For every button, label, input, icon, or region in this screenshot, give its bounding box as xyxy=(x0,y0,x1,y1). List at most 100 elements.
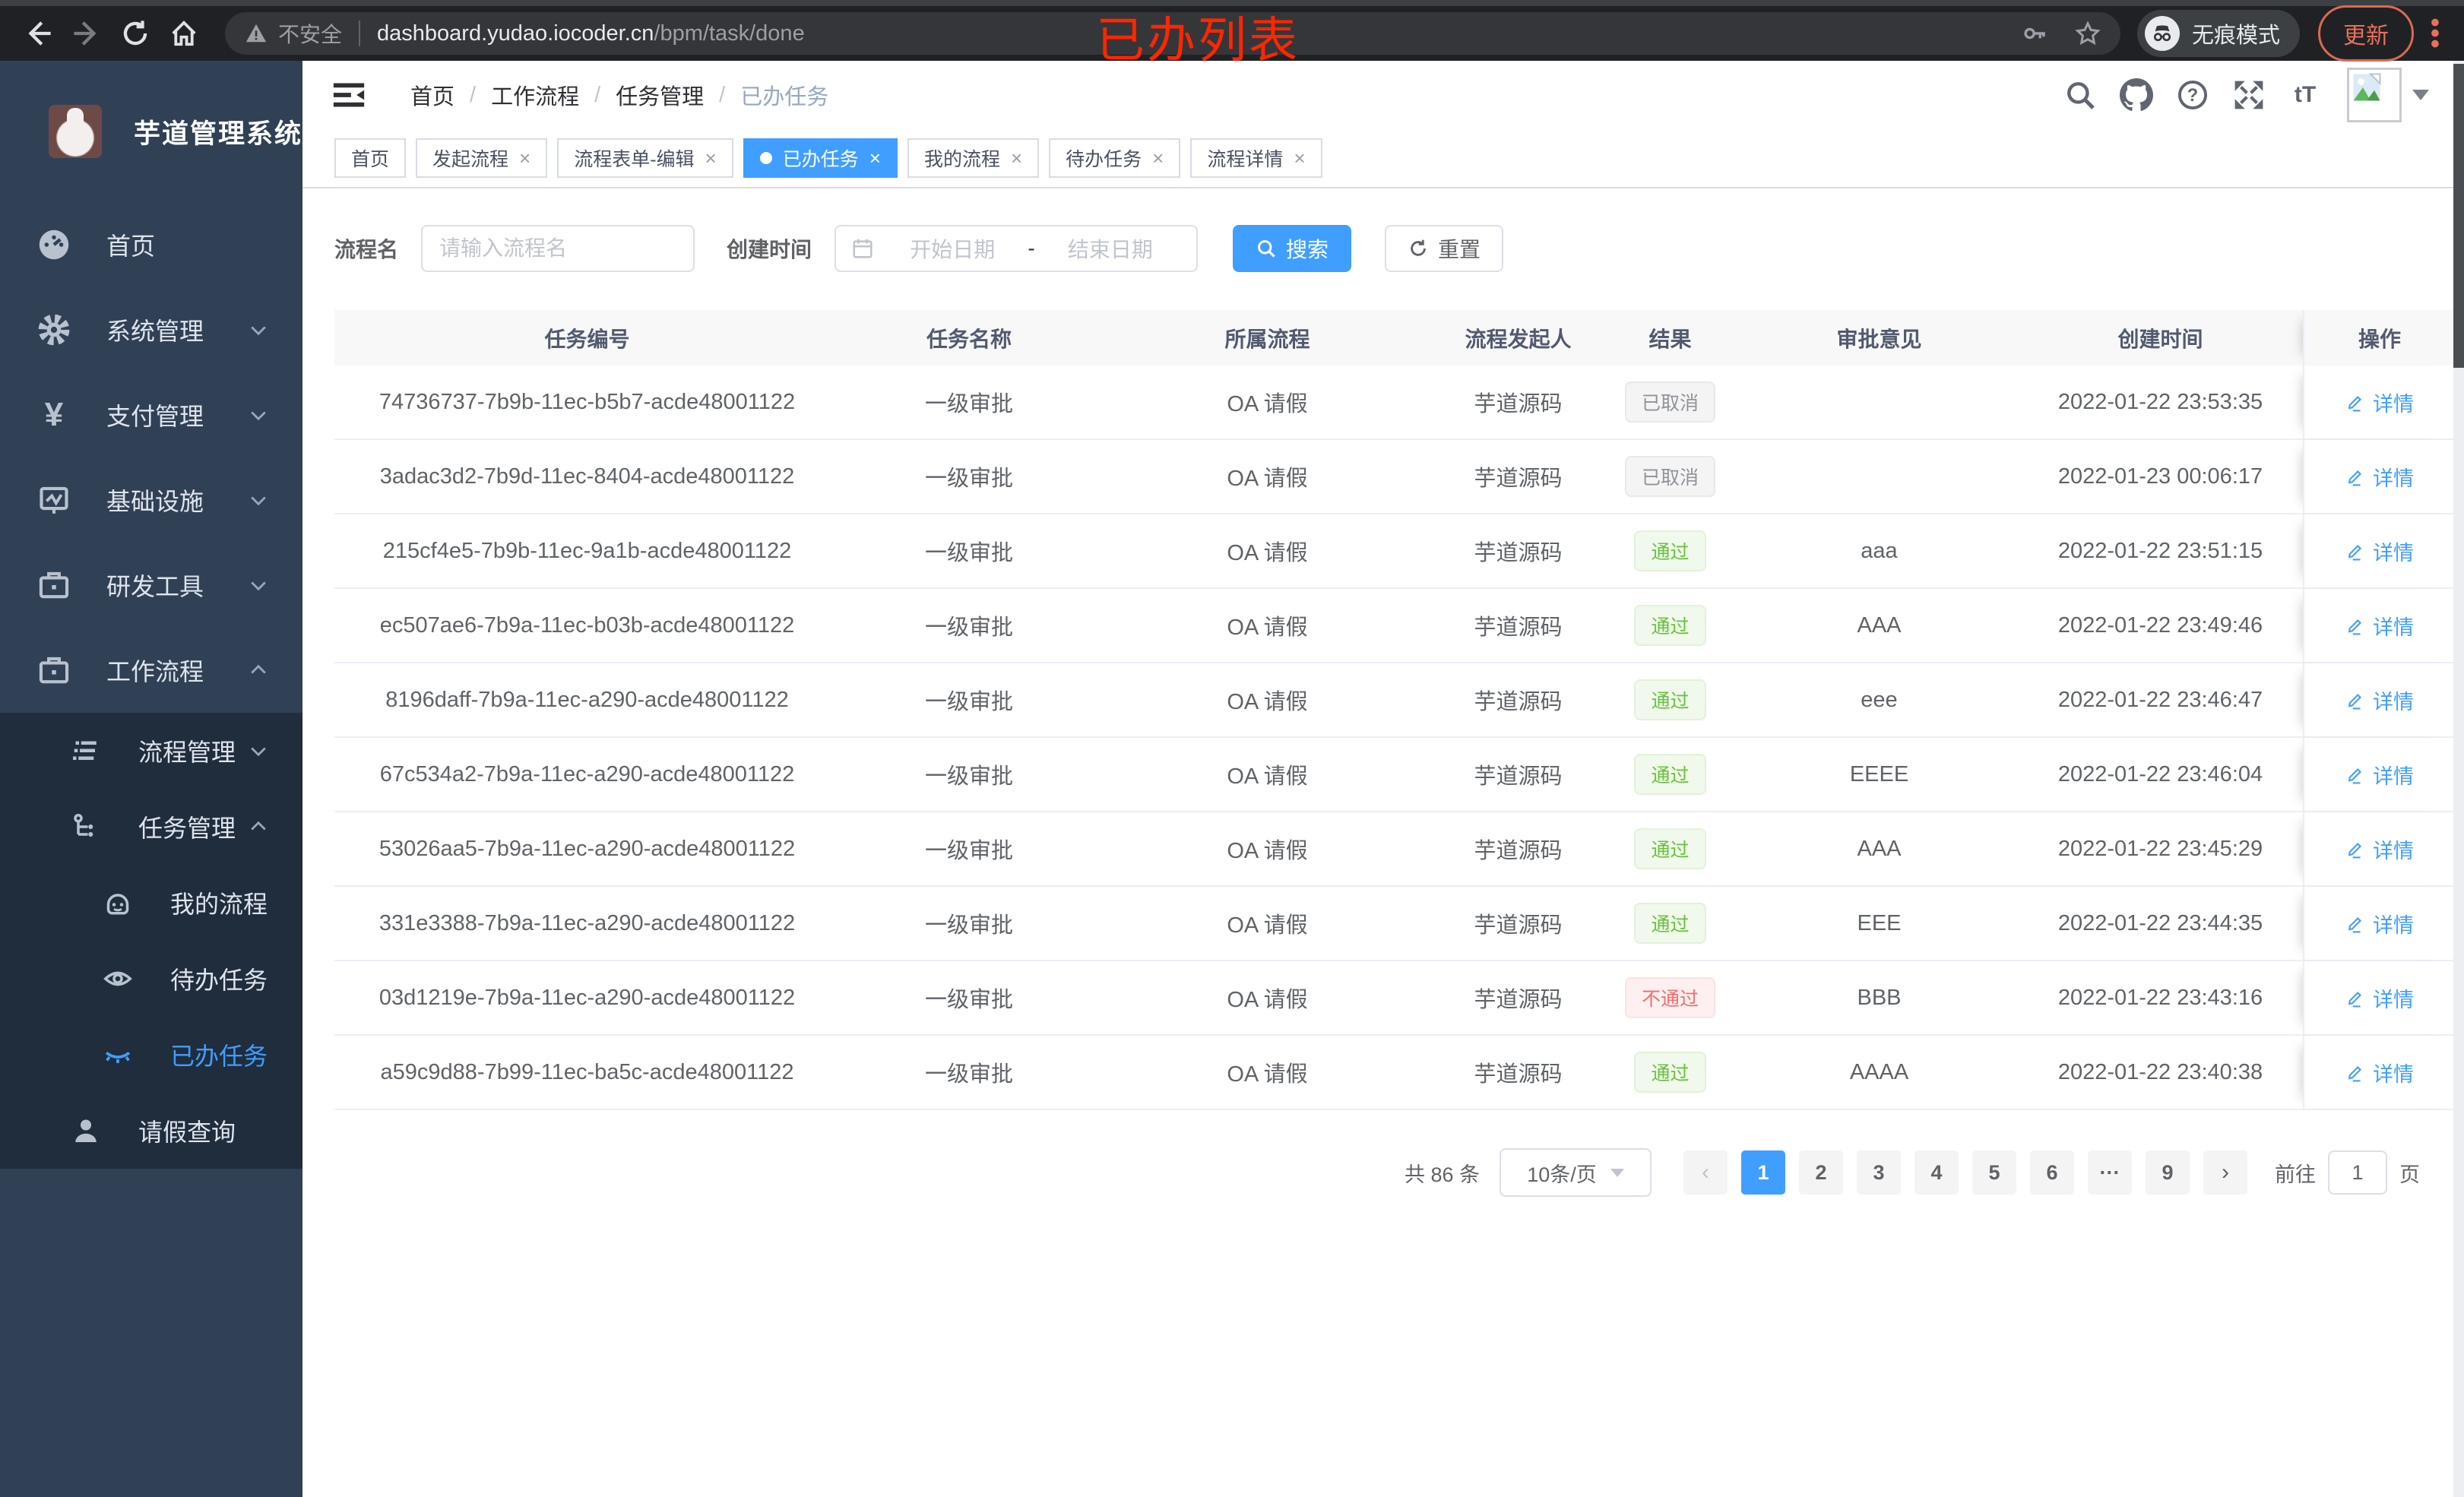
tag-done-tasks[interactable]: 已办任务 × xyxy=(743,138,898,178)
github-icon[interactable] xyxy=(2108,67,2165,123)
process-name-input[interactable] xyxy=(421,225,695,272)
home-icon[interactable] xyxy=(160,9,208,58)
forward-icon[interactable] xyxy=(62,9,111,58)
collapse-sidebar-icon[interactable] xyxy=(331,78,366,112)
fullscreen-icon[interactable] xyxy=(2221,67,2277,123)
tag-home[interactable]: 首页 xyxy=(334,138,407,178)
detail-link[interactable]: 详情 xyxy=(2345,536,2414,566)
detail-link[interactable]: 详情 xyxy=(2345,462,2414,492)
main-area: 首页 / 工作流程 / 任务管理 / 已办任务 ? tT 首页 发起流程 × 流… xyxy=(302,61,2464,1497)
detail-link[interactable]: 详情 xyxy=(2345,834,2414,864)
tag-my-process[interactable]: 我的流程 × xyxy=(907,138,1040,178)
sidebar-item-process-mgmt[interactable]: 流程管理 xyxy=(0,713,302,789)
not-secure-label[interactable]: 不安全 xyxy=(278,18,342,49)
sidebar-item-devtools[interactable]: 研发工具 xyxy=(0,543,302,628)
breadcrumb-workflow[interactable]: 工作流程 xyxy=(491,79,579,111)
sidebar-item-payment[interactable]: ¥ 支付管理 xyxy=(0,372,302,457)
sidebar-item-infra[interactable]: 基础设施 xyxy=(0,457,302,543)
sidebar-item-workflow[interactable]: 工作流程 xyxy=(0,628,302,713)
caret-down-icon[interactable] xyxy=(2412,90,2429,100)
calendar-icon xyxy=(851,237,874,260)
next-page-button[interactable]: › xyxy=(2203,1150,2247,1195)
close-icon[interactable]: × xyxy=(1152,148,1164,168)
search-button[interactable]: 搜索 xyxy=(1233,225,1352,272)
url-divider xyxy=(359,21,361,46)
url-path[interactable]: /bpm/task/done xyxy=(654,21,804,46)
col-task-id: 任务编号 xyxy=(544,327,630,351)
detail-link[interactable]: 详情 xyxy=(2345,1058,2414,1087)
bookmark-star-icon[interactable] xyxy=(2075,21,2101,46)
filter-form: 流程名 创建时间 开始日期 - 结束日期 搜索 重置 xyxy=(334,225,2464,272)
browser-update-button[interactable]: 更新 xyxy=(2318,5,2414,62)
detail-link[interactable]: 详情 xyxy=(2345,760,2414,790)
help-icon[interactable]: ? xyxy=(2165,67,2221,123)
table-row: 74736737-7b9b-11ec-b5b7-acde48001122 一级审… xyxy=(334,366,2455,440)
scrollbar-thumb[interactable] xyxy=(2453,64,2464,368)
detail-link[interactable]: 详情 xyxy=(2345,685,2414,715)
key-icon[interactable] xyxy=(2022,21,2048,46)
close-icon[interactable]: × xyxy=(1294,148,1305,168)
sidebar-item-done-tasks[interactable]: 已办任务 xyxy=(0,1017,302,1093)
page-button-1[interactable]: 1 xyxy=(1741,1150,1785,1195)
sidebar-item-system[interactable]: 系统管理 xyxy=(0,287,302,372)
back-icon[interactable] xyxy=(14,9,62,58)
done-task-table: 任务编号 任务名称 所属流程 流程发起人 结果 审批意见 创建时间 操作 747… xyxy=(334,310,2455,1110)
incognito-badge: 无痕模式 xyxy=(2136,10,2300,57)
breadcrumb-home[interactable]: 首页 xyxy=(410,79,454,111)
chevron-down-icon xyxy=(248,489,269,511)
tag-process-detail[interactable]: 流程详情 × xyxy=(1190,138,1322,178)
page-scrollbar[interactable] xyxy=(2453,61,2464,1497)
page-size-select[interactable]: 10条/页 xyxy=(1500,1148,1652,1197)
edit-icon xyxy=(2348,396,2361,412)
refresh-icon[interactable] xyxy=(111,9,160,58)
reset-button[interactable]: 重置 xyxy=(1385,225,1504,272)
table-row: a59c9d88-7b99-11ec-ba5c-acde48001122 一级审… xyxy=(334,1036,2455,1110)
goto-page-input[interactable] xyxy=(2328,1150,2387,1195)
page-button-5[interactable]: 5 xyxy=(1972,1150,2016,1195)
detail-link[interactable]: 详情 xyxy=(2345,388,2414,417)
sidebar-item-todo-tasks[interactable]: 待办任务 xyxy=(0,941,302,1017)
tag-start-process[interactable]: 发起流程 × xyxy=(416,138,548,178)
search-icon[interactable] xyxy=(2052,67,2108,123)
close-icon[interactable]: × xyxy=(869,148,881,168)
close-icon[interactable]: × xyxy=(705,148,717,168)
detail-link[interactable]: 详情 xyxy=(2345,909,2414,938)
sidebar-item-task-mgmt[interactable]: 任务管理 xyxy=(0,789,302,865)
status-badge: 通过 xyxy=(1634,828,1706,869)
sidebar-item-leave-query[interactable]: 请假查询 xyxy=(0,1093,302,1169)
close-icon[interactable]: × xyxy=(1011,148,1022,168)
app-title: 芋道管理系统 xyxy=(134,119,303,149)
avatar[interactable] xyxy=(2347,68,2402,122)
url-host[interactable]: dashboard.yudao.iocoder.cn xyxy=(377,21,654,46)
page-button-2[interactable]: 2 xyxy=(1799,1150,1843,1195)
date-range-picker[interactable]: 开始日期 - 结束日期 xyxy=(835,225,1199,272)
table-row: 53026aa5-7b9a-11ec-a290-acde48001122 一级审… xyxy=(334,812,2455,887)
page-button-9[interactable]: 9 xyxy=(2146,1150,2190,1195)
sidebar-item-label: 支付管理 xyxy=(106,403,204,430)
detail-link[interactable]: 详情 xyxy=(2345,611,2414,641)
tag-todo-tasks[interactable]: 待办任务 × xyxy=(1049,138,1181,178)
sidebar-item-my-process[interactable]: 我的流程 xyxy=(0,865,302,941)
page-button-3[interactable]: 3 xyxy=(1857,1150,1901,1195)
status-badge: 已取消 xyxy=(1624,381,1715,423)
sidebar-item-home[interactable]: 首页 xyxy=(0,202,302,287)
yen-icon: ¥ xyxy=(44,396,64,433)
table-row: ec507ae6-7b9a-11ec-b03b-acde48001122 一级审… xyxy=(334,589,2455,663)
page-button-6[interactable]: 6 xyxy=(2030,1150,2074,1195)
active-tab-dot xyxy=(759,152,772,164)
prev-page-button[interactable]: ‹ xyxy=(1683,1150,1728,1195)
close-icon[interactable]: × xyxy=(519,148,530,168)
browser-menu-icon[interactable]: • • • xyxy=(2420,10,2450,57)
status-badge: 通过 xyxy=(1634,903,1706,944)
sidebar: 芋道管理系统 首页 系统管理 ¥ 支付管理 基础设施 研发工具 工作流程 流程管… xyxy=(0,61,302,1497)
tag-form-edit[interactable]: 流程表单-编辑 × xyxy=(557,138,733,178)
page-button-4[interactable]: 4 xyxy=(1915,1150,1959,1195)
top-navbar: 首页 / 工作流程 / 任务管理 / 已办任务 ? tT xyxy=(302,61,2464,129)
table-row: 03d1219e-7b9a-11ec-a290-acde48001122 一级审… xyxy=(334,961,2455,1036)
detail-link[interactable]: 详情 xyxy=(2345,983,2414,1013)
page-ellipsis[interactable]: ··· xyxy=(2088,1150,2132,1195)
col-comment: 审批意见 xyxy=(1836,327,1922,351)
caret-down-icon xyxy=(1610,1168,1624,1177)
font-size-icon[interactable]: tT xyxy=(2277,67,2333,123)
breadcrumb-task-mgmt[interactable]: 任务管理 xyxy=(616,79,704,111)
